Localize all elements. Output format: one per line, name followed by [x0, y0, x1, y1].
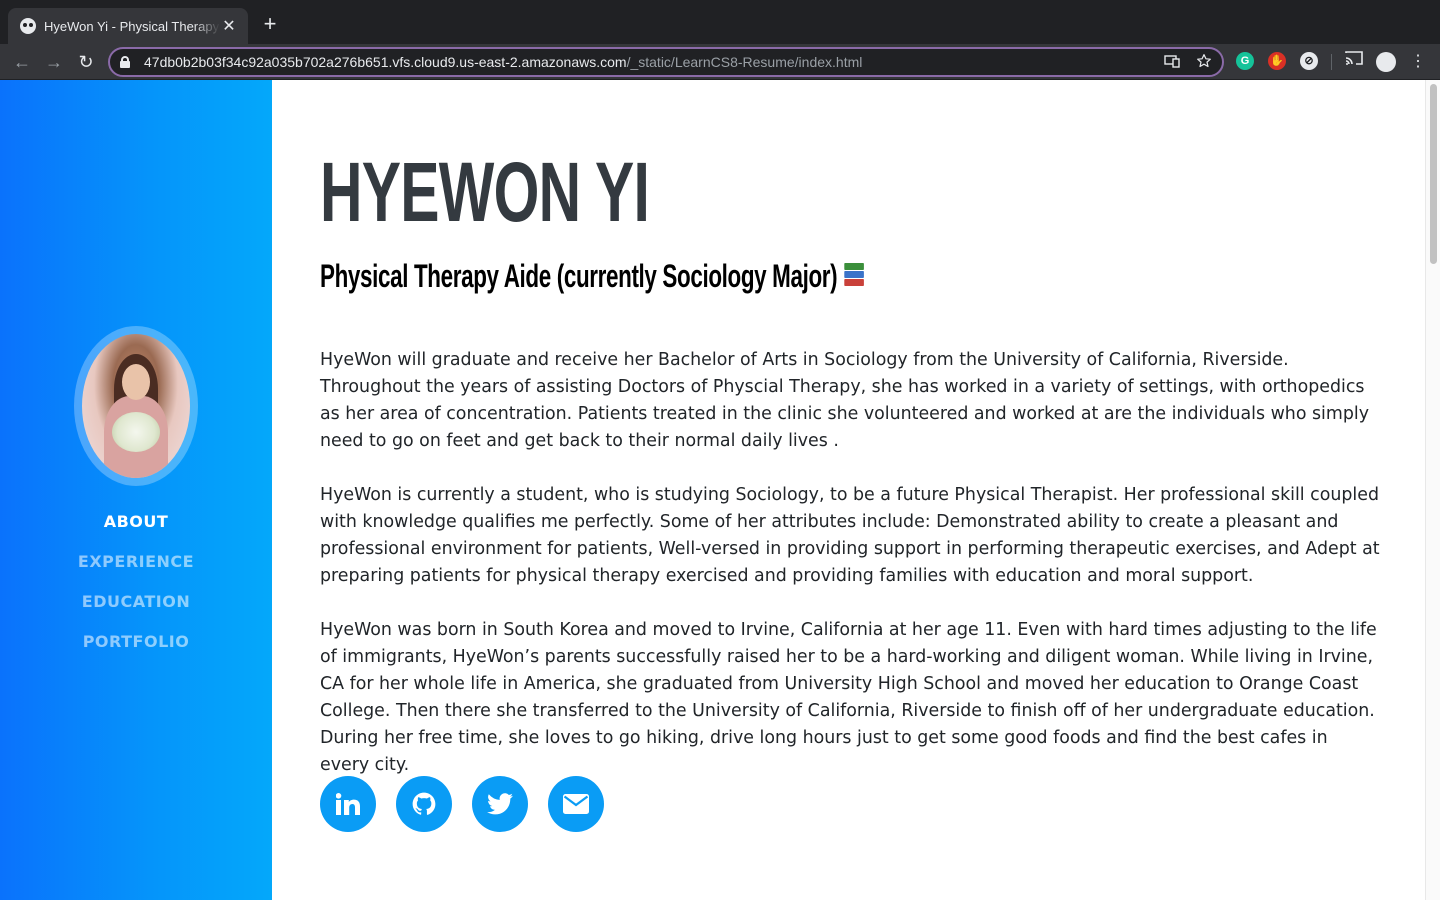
toolbar-divider [1331, 54, 1332, 70]
envelope-icon [563, 794, 589, 814]
url-path: /_static/LearnCS8-Resume/index.html [626, 54, 863, 70]
block-extension-icon[interactable]: ⊘ [1300, 52, 1318, 70]
cast-icon[interactable] [1342, 50, 1366, 74]
scrollbar-thumb[interactable] [1430, 84, 1437, 264]
linkedin-button[interactable] [320, 776, 376, 832]
github-button[interactable] [396, 776, 452, 832]
address-bar[interactable]: 47db0b2b03f34c92a035b702a276b651.vfs.clo… [108, 47, 1224, 77]
browser-toolbar: ← → ↻ 47db0b2b03f34c92a035b702a276b651.v… [0, 44, 1440, 80]
nav-education[interactable]: EDUCATION [0, 592, 272, 632]
about-paragraph: HyeWon was born in South Korea and moved… [320, 620, 1377, 775]
panda-favicon-icon [20, 18, 36, 34]
social-links [320, 776, 604, 832]
nav-about[interactable]: ABOUT [0, 512, 272, 552]
reload-button[interactable]: ↻ [72, 48, 100, 76]
profile-avatar-icon[interactable] [1376, 52, 1396, 72]
twitter-button[interactable] [472, 776, 528, 832]
profile-photo-frame [74, 326, 198, 486]
browser-tab[interactable]: HyeWon Yi - Physical Therapy Aide ✕ [8, 8, 248, 44]
new-tab-button[interactable]: + [258, 12, 282, 36]
about-paragraph: HyeWon will graduate and receive her Bac… [320, 350, 1369, 451]
url-text[interactable]: 47db0b2b03f34c92a035b702a276b651.vfs.clo… [144, 54, 862, 70]
nav-portfolio[interactable]: PORTFOLIO [0, 632, 272, 672]
twitter-icon [487, 793, 513, 815]
browser-menu-icon[interactable]: ⋮ [1406, 50, 1430, 74]
github-icon [412, 792, 436, 815]
about-section: HYEWON YI Physical Therapy Aide (current… [272, 80, 1425, 900]
bookmark-star-icon[interactable] [1194, 53, 1214, 73]
grammarly-extension-icon[interactable]: G [1236, 52, 1254, 70]
tab-title: HyeWon Yi - Physical Therapy Aide [44, 18, 220, 34]
install-app-icon[interactable] [1162, 53, 1182, 73]
books-emoji-icon [844, 263, 864, 289]
close-tab-icon[interactable]: ✕ [220, 16, 238, 36]
page-scrollbar[interactable] [1425, 80, 1440, 900]
page-title: HYEWON YI [320, 145, 650, 239]
about-paragraph: HyeWon is currently a student, who is st… [320, 485, 1380, 586]
back-button[interactable]: ← [8, 48, 36, 76]
email-button[interactable] [548, 776, 604, 832]
sidebar: ABOUT EXPERIENCE EDUCATION PORTFOLIO [0, 80, 272, 900]
adblock-extension-icon[interactable]: ✋ [1268, 52, 1286, 70]
subtitle: Physical Therapy Aide (currently Sociolo… [320, 256, 864, 296]
browser-tab-bar: HyeWon Yi - Physical Therapy Aide ✕ + [0, 0, 1440, 44]
sidebar-nav: ABOUT EXPERIENCE EDUCATION PORTFOLIO [0, 512, 272, 672]
profile-photo [82, 334, 190, 478]
forward-button[interactable]: → [40, 48, 68, 76]
linkedin-icon [336, 793, 360, 815]
nav-experience[interactable]: EXPERIENCE [0, 552, 272, 592]
url-host: 47db0b2b03f34c92a035b702a276b651.vfs.clo… [144, 54, 627, 70]
lock-icon[interactable] [120, 56, 130, 68]
subtitle-text: Physical Therapy Aide (currently Sociolo… [320, 258, 838, 294]
